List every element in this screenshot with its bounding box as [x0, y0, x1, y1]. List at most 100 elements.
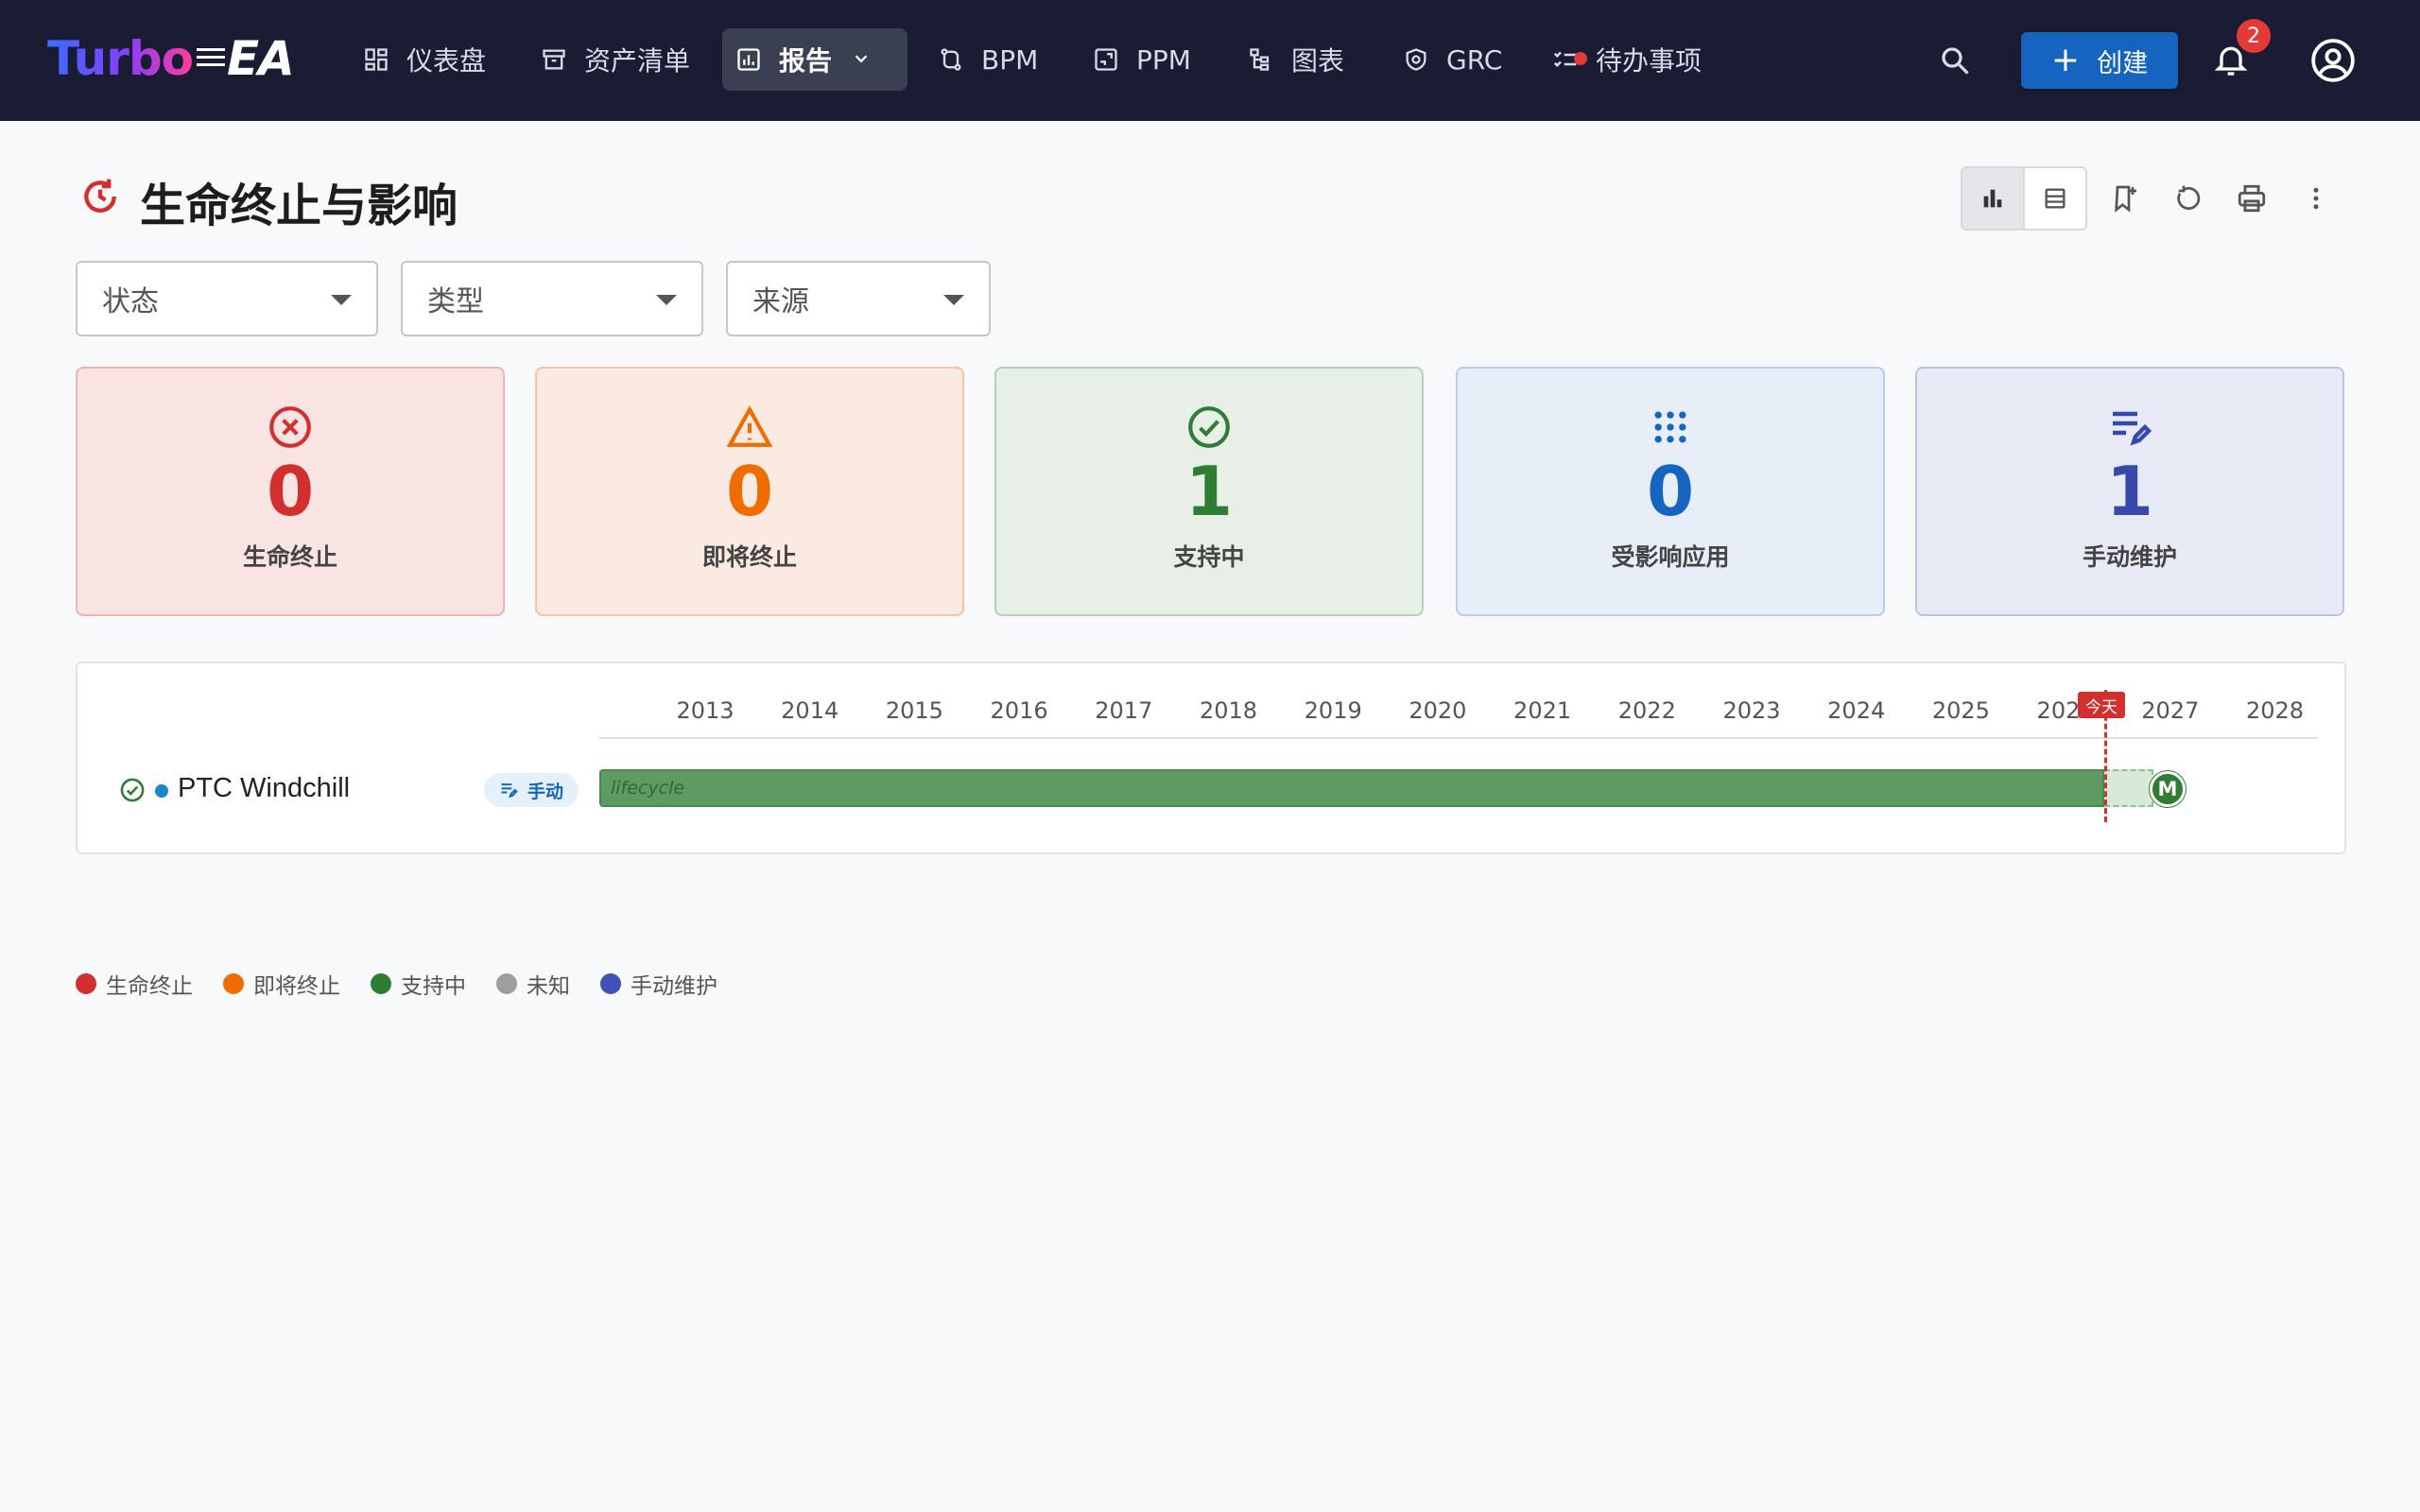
lifecycle-bar[interactable]: lifecycle — [599, 769, 2104, 807]
end-of-life-icon — [79, 176, 121, 217]
create-button-label: 创建 — [2097, 48, 2149, 78]
todo-icon — [1550, 44, 1587, 75]
create-button[interactable]: + 创建 — [2021, 32, 2178, 89]
view-toggle — [1961, 166, 2087, 231]
stat-value: 0 — [266, 452, 315, 531]
year-label: 2027 — [2141, 697, 2200, 724]
print-icon[interactable] — [2233, 180, 2271, 217]
type-filter-select[interactable]: 类型 — [401, 261, 703, 336]
legend-item: 支持中 — [371, 968, 466, 1000]
stat-card-end-of-life[interactable]: 0 生命终止 — [76, 367, 505, 616]
stat-value: 1 — [2105, 452, 2154, 531]
apps-grid-icon — [1646, 403, 1695, 452]
year-label: 2018 — [1199, 697, 1258, 724]
legend-label: 生命终止 — [106, 974, 193, 999]
nav-inventory-label: 资产清单 — [584, 45, 691, 77]
year-label: 2021 — [1513, 697, 1572, 724]
legend-item: 未知 — [496, 968, 570, 1000]
stat-label: 生命终止 — [242, 543, 337, 571]
year-label: 2028 — [2245, 697, 2305, 724]
bookmark-add-icon[interactable] — [2106, 180, 2144, 217]
year-label: 2023 — [1722, 697, 1781, 724]
lifecycle-timeline: 2013 2014 2015 2016 2017 2018 2019 2020 2021 2022… — [76, 662, 2346, 854]
nav-inventory[interactable]: 资产清单 — [527, 28, 701, 91]
edit-note-icon — [499, 781, 518, 799]
stat-value: 1 — [1184, 452, 1234, 531]
stat-label: 即将终止 — [701, 543, 797, 571]
nav-todo-label: 待办事项 — [1596, 45, 1703, 77]
status-filter-select[interactable]: 状态 — [76, 261, 378, 336]
manual-chip: 手动 — [484, 773, 579, 807]
year-label: 2025 — [1931, 697, 1990, 724]
stat-card-supported[interactable]: 1 支持中 — [994, 367, 1424, 616]
legend: 生命终止 即将终止 支持中 未知 手动维护 — [76, 968, 748, 1000]
warning-icon — [725, 403, 774, 452]
dropdown-arrow-icon — [656, 295, 677, 305]
nav-reports[interactable]: 报告 — [722, 28, 908, 91]
nav-grc-label: GRC — [1446, 43, 1503, 76]
stat-card-affected-apps[interactable]: 0 受影响应用 — [1456, 367, 1885, 616]
nav-ppm[interactable]: PPM — [1080, 28, 1202, 91]
table-view-icon[interactable] — [2025, 168, 2085, 229]
year-label: 2020 — [1409, 697, 1467, 724]
source-filter-select[interactable]: 来源 — [726, 261, 991, 336]
check-circle-icon — [1184, 403, 1234, 452]
legend-item: 生命终止 — [76, 968, 193, 1000]
lifecycle-bar-label: lifecycle — [611, 778, 685, 799]
year-label: 2013 — [676, 697, 735, 724]
stat-card-approaching-end[interactable]: 0 即将终止 — [535, 367, 964, 616]
year-label: 2024 — [1827, 697, 1886, 724]
year-label: 2014 — [781, 697, 839, 724]
milestone-marker[interactable]: M — [2150, 771, 2186, 807]
stat-value: 0 — [1646, 452, 1695, 531]
stat-label: 支持中 — [1173, 543, 1245, 571]
legend-color-dot — [371, 973, 391, 994]
nav-diagrams[interactable]: 图表 — [1235, 28, 1356, 91]
logo-ea-text: EA — [197, 31, 295, 86]
type-color-dot — [155, 784, 168, 798]
nav-dashboard-label: 仪表盘 — [406, 45, 487, 77]
type-filter-label: 类型 — [427, 285, 484, 318]
top-navigation-bar: Turbo EA 仪表盘 资产清单 报告 BPM PPM 图表 GRC 待办事项… — [0, 0, 2420, 121]
diagram-icon — [1246, 44, 1276, 75]
check-circle-icon — [119, 777, 146, 803]
grc-icon — [1401, 44, 1431, 75]
nav-dashboard[interactable]: 仪表盘 — [350, 28, 497, 91]
more-options-icon[interactable] — [2297, 180, 2335, 217]
legend-color-dot — [600, 973, 621, 994]
chart-view-icon[interactable] — [1962, 168, 2025, 229]
nav-todo[interactable]: 待办事项 — [1539, 28, 1713, 91]
app-logo[interactable]: Turbo EA — [47, 30, 295, 87]
legend-label: 支持中 — [401, 974, 466, 999]
legend-color-dot — [76, 973, 96, 994]
nav-diagrams-label: 图表 — [1291, 45, 1345, 77]
today-label: 今天 — [2078, 692, 2125, 718]
legend-color-dot — [496, 973, 517, 994]
legend-label: 手动维护 — [631, 974, 717, 999]
legend-item: 即将终止 — [223, 968, 340, 1000]
plus-icon: + — [2050, 41, 2081, 79]
year-label: 2019 — [1304, 697, 1362, 724]
search-icon[interactable] — [1936, 42, 1974, 79]
lifecycle-bar-extension — [2104, 769, 2153, 807]
reset-icon[interactable] — [2169, 180, 2206, 217]
nav-bpm[interactable]: BPM — [925, 28, 1049, 91]
chevron-down-icon — [851, 44, 872, 76]
report-icon — [734, 44, 764, 75]
row-name[interactable]: PTC Windchill — [178, 773, 350, 804]
year-label: 2016 — [990, 697, 1048, 724]
edit-note-icon — [2105, 403, 2154, 452]
ppm-icon — [1091, 44, 1121, 75]
dashboard-icon — [361, 44, 391, 75]
nav-reports-label: 报告 — [779, 45, 833, 77]
todo-notification-dot — [1574, 52, 1587, 65]
legend-color-dot — [223, 973, 244, 994]
account-icon[interactable] — [2308, 36, 2358, 85]
nav-grc[interactable]: GRC — [1390, 28, 1513, 91]
legend-item: 手动维护 — [600, 968, 717, 1000]
dropdown-arrow-icon — [943, 295, 964, 305]
dropdown-arrow-icon — [331, 295, 352, 305]
stat-card-manual-maintenance[interactable]: 1 手动维护 — [1915, 367, 2344, 616]
manual-chip-label: 手动 — [527, 781, 563, 802]
page-title: 生命终止与影响 — [140, 180, 458, 232]
